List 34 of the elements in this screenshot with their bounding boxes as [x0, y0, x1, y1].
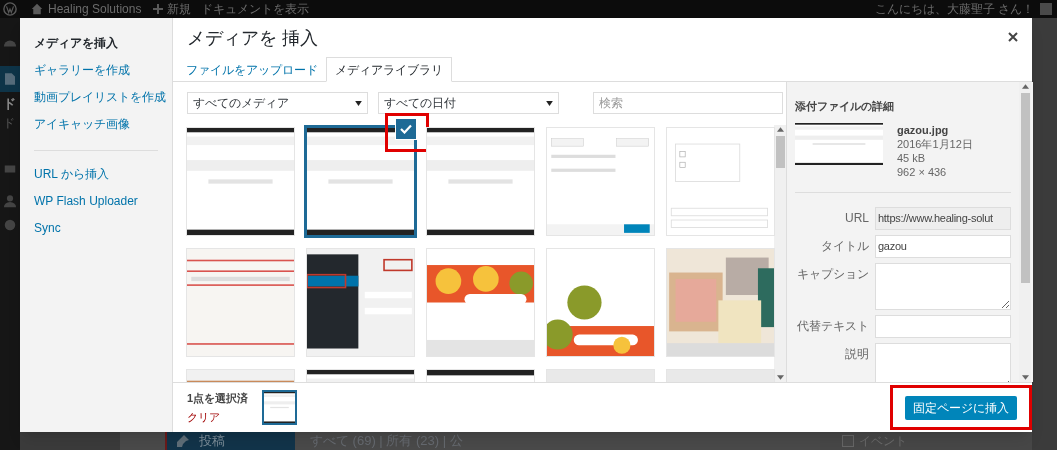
greeting-link[interactable]: こんにちは、大藤聖子 さん！: [874, 0, 1034, 18]
new-link[interactable]: 新規: [167, 0, 192, 18]
tab[interactable]: ファイルをアップロード: [178, 57, 326, 82]
file-name: gazou.jpg: [897, 122, 950, 137]
filter-dropdown[interactable]: すべてのメディア: [187, 92, 368, 114]
insert-button[interactable]: 固定ページに挿入: [905, 396, 1017, 420]
file-size: 45 kB: [897, 150, 927, 165]
tab[interactable]: メディアライブラリ: [326, 57, 452, 82]
upload-date: 2016年1月12日: [897, 136, 973, 151]
input-field[interactable]: gazou: [875, 234, 1011, 258]
search-field[interactable]: 検索: [593, 92, 783, 114]
selection-count: 1点を選択済: [187, 391, 249, 406]
view-document-link[interactable]: ドキュメントを表示: [201, 0, 310, 18]
input-field[interactable]: https://www.healing-solut: [875, 206, 1011, 230]
image-dimensions: 962 × 436: [897, 164, 948, 179]
menu-item[interactable]: Sync: [34, 215, 61, 242]
menu-item[interactable]: WP Flash Uploader: [34, 188, 138, 215]
menu-item[interactable]: メディアを挿入: [34, 30, 118, 57]
field-label: 代替テキスト: [796, 317, 869, 334]
field-label: キャプション: [796, 265, 869, 282]
posts-menu-item[interactable]: 投稿: [165, 432, 295, 450]
field-label: タイトル: [820, 237, 869, 254]
field-label: 説明: [844, 345, 869, 362]
menu-item[interactable]: 動画プレイリストを作成: [34, 84, 166, 111]
field-label: URL: [844, 209, 869, 226]
menu-item[interactable]: ギャラリーを作成: [34, 57, 130, 84]
menu-item[interactable]: アイキャッチ画像: [34, 111, 130, 138]
clear-link[interactable]: クリア: [187, 408, 249, 425]
menu-item[interactable]: URL から挿入: [34, 161, 109, 188]
menu-label[interactable]: ド: [3, 94, 16, 114]
modal-title: メディアを 挿入: [187, 26, 318, 50]
filter-dropdown[interactable]: すべての日付: [378, 92, 559, 114]
site-name-link[interactable]: Healing Solutions: [48, 0, 142, 18]
details-heading: 添付ファイルの詳細: [795, 99, 895, 114]
